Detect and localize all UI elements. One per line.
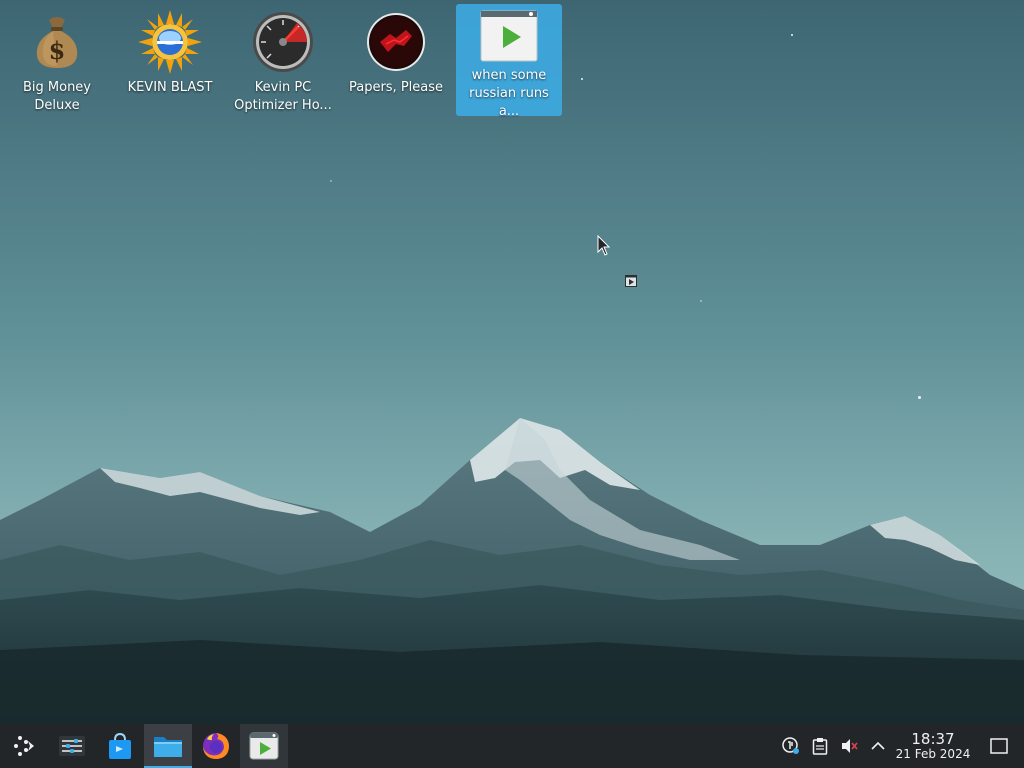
discover-button[interactable] — [96, 724, 144, 768]
taskbar: 18:37 21 Feb 2024 — [0, 724, 1024, 768]
desktop-icon-kevin-blast[interactable]: KEVIN BLAST — [117, 4, 223, 116]
dolphin-button[interactable] — [144, 724, 192, 768]
clipboard-tray-button[interactable] — [805, 724, 834, 768]
kde-launcher-icon — [14, 736, 34, 756]
play-file-icon — [625, 275, 637, 287]
digital-clock[interactable]: 18:37 21 Feb 2024 — [892, 724, 974, 768]
desktop[interactable]: $ Big Money Deluxe KEVIN BLAST Kevin PC … — [0, 0, 1024, 724]
desktop-icon-big-money-deluxe[interactable]: $ Big Money Deluxe — [4, 4, 110, 116]
volume-muted-icon — [841, 739, 858, 753]
show-desktop-icon — [990, 738, 1008, 754]
network-icon — [781, 737, 799, 754]
desktop-icon-label: Papers, Please — [348, 80, 444, 95]
svg-text:$: $ — [49, 36, 66, 65]
sun-globe-icon — [138, 10, 202, 74]
star — [581, 78, 583, 80]
mouse-pointer-icon — [597, 235, 611, 256]
sliders-icon — [59, 736, 85, 756]
desktop-icon-label: KEVIN BLAST — [127, 80, 213, 95]
clock-date: 21 Feb 2024 — [895, 747, 971, 761]
firefox-icon — [203, 733, 229, 759]
desktop-icon-papers-please[interactable]: Papers, Please — [343, 4, 449, 116]
video-player-icon — [249, 732, 279, 760]
tray-expand-button[interactable] — [863, 724, 892, 768]
star — [791, 34, 793, 36]
desktop-icon-kevin-pc-optimizer[interactable]: Kevin PC Optimizer Ho... — [230, 4, 336, 116]
money-bag-icon: $ — [25, 10, 89, 74]
desktop-icon-label: Big Money Deluxe — [22, 80, 91, 113]
speedometer-icon — [251, 10, 315, 74]
chevron-up-icon — [870, 741, 885, 750]
media-player-button[interactable] — [240, 724, 288, 768]
desktop-icon-label: when some russian runs a... — [469, 68, 549, 119]
firefox-button[interactable] — [192, 724, 240, 768]
folder-icon — [154, 737, 182, 757]
shopping-bag-icon — [109, 732, 131, 759]
video-player-icon — [477, 10, 541, 62]
star — [700, 300, 702, 302]
papers-please-icon — [364, 10, 428, 74]
star — [918, 396, 921, 399]
network-tray-button[interactable] — [776, 724, 805, 768]
star — [330, 180, 332, 182]
clock-time: 18:37 — [911, 730, 955, 748]
application-launcher-button[interactable] — [0, 724, 48, 768]
desktop-icon-video-file[interactable]: when some russian runs a... — [456, 4, 562, 119]
system-tray — [776, 724, 892, 768]
clipboard-icon — [812, 738, 827, 755]
show-desktop-button[interactable] — [974, 724, 1024, 768]
desktop-icon-label: Kevin PC Optimizer Ho... — [234, 80, 332, 113]
volume-tray-button[interactable] — [834, 724, 863, 768]
system-settings-button[interactable] — [48, 724, 96, 768]
